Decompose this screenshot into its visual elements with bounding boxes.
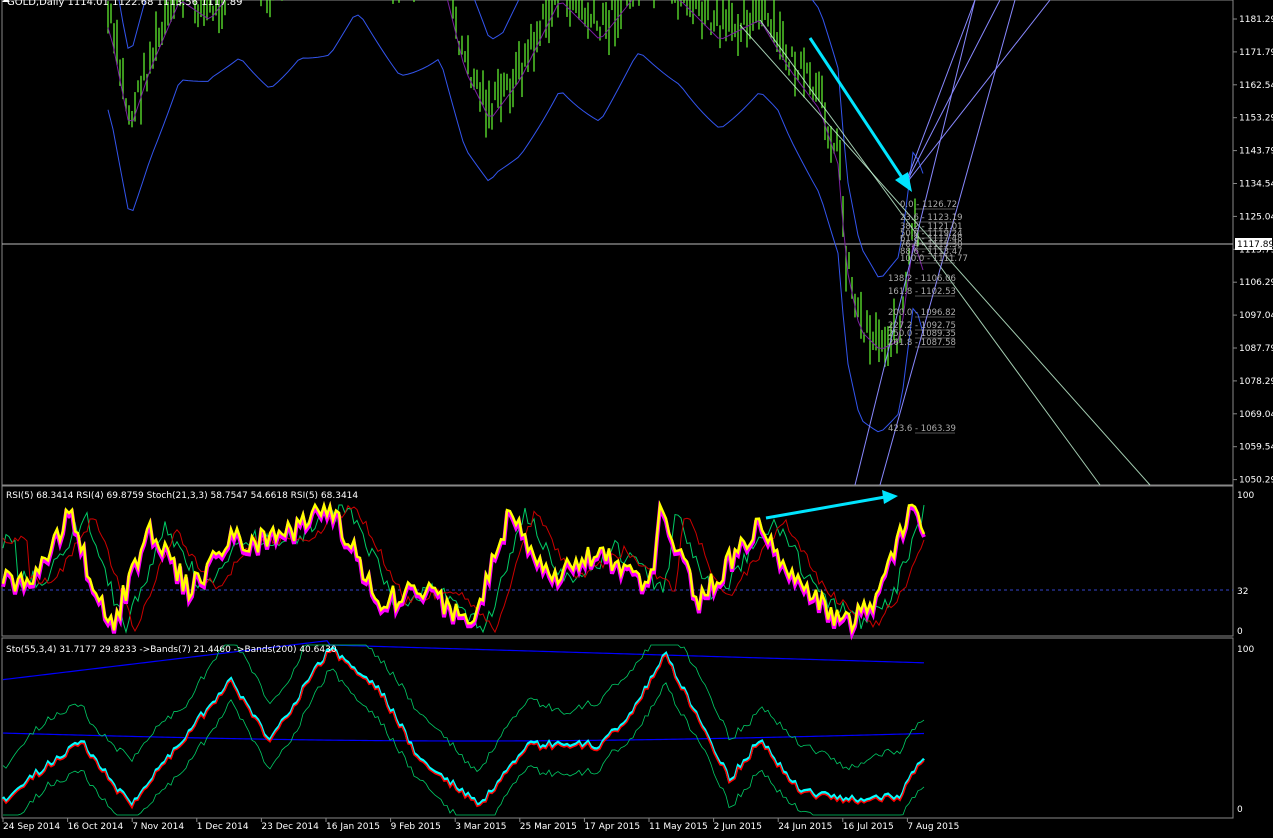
fan-line (904, 0, 976, 186)
price-tick-label: 1097.04 (1239, 311, 1273, 321)
price-tick-label: 1059.54 (1239, 443, 1273, 453)
fib-level-label: 161.8 - 1102.53 (888, 287, 956, 297)
rsi-panel-label: RSI(5) 68.3414 RSI(4) 69.8759 Stoch(21,3… (6, 491, 358, 501)
fan-line (904, 0, 1051, 186)
price-tick-label: 1125.04 (1239, 212, 1273, 222)
time-tick-label: 1 Dec 2014 (197, 822, 249, 832)
rsi5-line (1, 500, 926, 635)
time-tick-label: 11 May 2015 (649, 822, 708, 832)
sto-scale-top: 100 (1237, 645, 1254, 655)
upper-band-line (118, 0, 924, 278)
down-arrow-line (808, 37, 907, 183)
sto-main-line (1, 646, 925, 809)
fib-level-label: 423.6 - 1063.39 (888, 424, 956, 434)
rsi-plot[interactable] (1, 490, 1233, 641)
price-tick-label: 1171.79 (1239, 48, 1273, 58)
chart-canvas[interactable]: 1181.29 1171.79 1162.54 1153.29 1143.79 1134.… (0, 0, 1273, 838)
symbol-label: GOLD,Daily 1114.01 1122.68 1113.56 1117.… (7, 0, 243, 8)
price-tick-label: 1143.79 (1239, 147, 1273, 157)
time-tick-label: 7 Aug 2015 (907, 822, 959, 832)
main-panel-frame (1, 0, 1234, 486)
sto-scale-bottom: 0 (1237, 805, 1243, 815)
price-tick-label: 1153.29 (1239, 114, 1273, 124)
fib-level-label: 200.0 - 1096.82 (888, 308, 956, 318)
time-tick-label: 3 Mar 2015 (455, 822, 506, 832)
sto-signal-line (2, 649, 925, 810)
time-tick-label: 25 Mar 2015 (520, 822, 577, 832)
fibonacci-levels: 0.0 - 1126.7223.6 - 1123.1938.2 - 1121.0… (888, 200, 968, 434)
arrow-head-icon (895, 172, 912, 192)
sto-panel-label: Sto(55,3,4) 31.7177 29.8233 ->Bands(7) 2… (6, 645, 337, 655)
price-axis: 1181.29 1171.79 1162.54 1153.29 1143.79 1134.… (1233, 15, 1273, 486)
rsi-arrow-line (765, 495, 886, 520)
time-tick-label: 16 Oct 2014 (68, 822, 124, 832)
price-plot[interactable] (2, 0, 1233, 486)
price-tick-label: 1078.29 (1239, 377, 1273, 387)
time-tick-label: 24 Jun 2015 (778, 822, 832, 832)
rsi-scale-mid: 32 (1237, 587, 1248, 597)
fib-level-label: 261.8 - 1087.58 (888, 338, 956, 348)
fib-level-label: 0.0 - 1126.72 (900, 200, 957, 210)
time-axis: 24 Sep 2014 16 Oct 2014 7 Nov 2014 1 Dec 20… (2, 818, 959, 832)
current-price-label: 1117.89 (1237, 240, 1273, 250)
time-tick-label: 7 Nov 2014 (132, 822, 184, 832)
price-tick-label: 1087.79 (1239, 344, 1273, 354)
rsi-arrow-head-icon (882, 490, 898, 504)
sto-panel-frame (1, 637, 1234, 819)
time-tick-label: 17 Apr 2015 (584, 822, 640, 832)
price-tick-label: 1069.04 (1239, 410, 1273, 420)
rsi-scale-bottom: 0 (1237, 627, 1243, 637)
price-tick-label: 1050.29 (1239, 476, 1273, 486)
bands7-upper-line (2, 644, 925, 773)
time-tick-label: 9 Feb 2015 (391, 822, 441, 832)
sto-plot[interactable] (1, 640, 925, 816)
price-tick-label: 1181.29 (1239, 15, 1273, 25)
rsi-scale-top: 100 (1237, 491, 1254, 501)
fib-level-label: 138.2 - 1106.06 (888, 274, 956, 284)
price-tick-label: 1106.29 (1239, 278, 1273, 288)
bands200-line (2, 732, 925, 742)
time-tick-label: 16 Jul 2015 (843, 822, 894, 832)
time-tick-label: 23 Dec 2014 (261, 822, 319, 832)
price-tick-label: 1134.54 (1239, 180, 1273, 190)
fib-level-label: 100.0 - 1111.77 (900, 254, 968, 264)
price-tick-label: 1162.54 (1239, 81, 1273, 91)
time-tick-label: 16 Jan 2015 (326, 822, 380, 832)
time-tick-label: 24 Sep 2014 (3, 822, 60, 832)
time-tick-label: 2 Jun 2015 (714, 822, 762, 832)
